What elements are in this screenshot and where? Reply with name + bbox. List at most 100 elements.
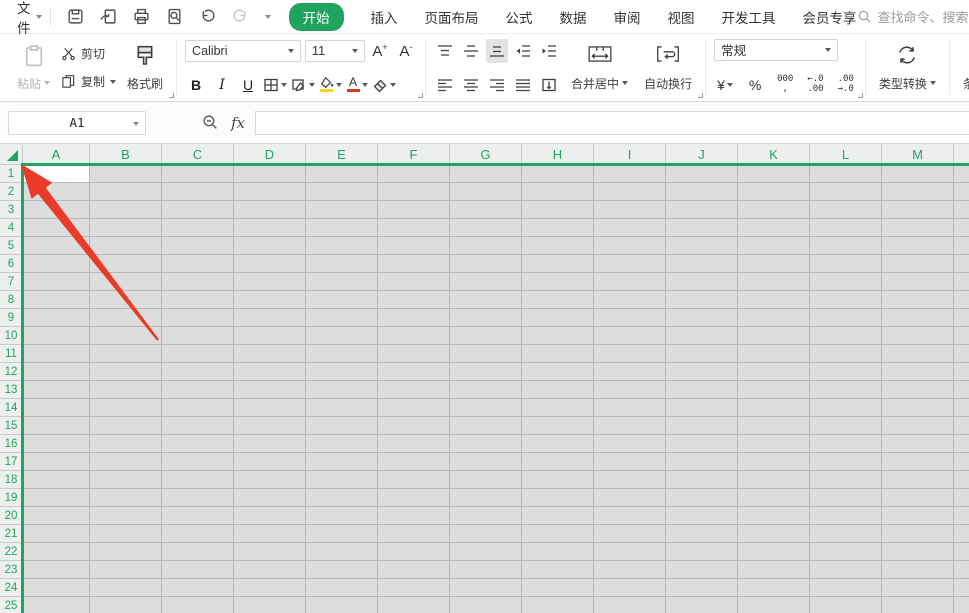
cell-D1[interactable]: [234, 165, 306, 183]
text-orientation-button[interactable]: [538, 73, 560, 97]
row-header-19[interactable]: 19: [0, 489, 23, 507]
cell-M10[interactable]: [882, 327, 954, 345]
cell-I6[interactable]: [594, 255, 666, 273]
cell-B22[interactable]: [90, 543, 162, 561]
cell-K20[interactable]: [738, 507, 810, 525]
cell-A10[interactable]: [23, 327, 90, 345]
cell-C18[interactable]: [162, 471, 234, 489]
cell-K7[interactable]: [738, 273, 810, 291]
cell-B14[interactable]: [90, 399, 162, 417]
cell-K14[interactable]: [738, 399, 810, 417]
cell-J18[interactable]: [666, 471, 738, 489]
cell-B21[interactable]: [90, 525, 162, 543]
cell-I18[interactable]: [594, 471, 666, 489]
cell-C24[interactable]: [162, 579, 234, 597]
cell-F19[interactable]: [378, 489, 450, 507]
zoom-out-button[interactable]: [202, 114, 219, 131]
cell-A7[interactable]: [23, 273, 90, 291]
cell-K6[interactable]: [738, 255, 810, 273]
cell-K3[interactable]: [738, 201, 810, 219]
cell-partial-18[interactable]: [954, 471, 969, 489]
cell-A12[interactable]: [23, 363, 90, 381]
tab-page-layout[interactable]: 页面布局: [425, 7, 479, 27]
column-header-B[interactable]: B: [90, 144, 162, 165]
cell-partial-20[interactable]: [954, 507, 969, 525]
cell-B3[interactable]: [90, 201, 162, 219]
fill-color-button[interactable]: [319, 73, 342, 97]
cell-H5[interactable]: [522, 237, 594, 255]
cell-C11[interactable]: [162, 345, 234, 363]
thousands-separator-button[interactable]: 000,: [774, 75, 796, 94]
cell-J4[interactable]: [666, 219, 738, 237]
borders-button[interactable]: [263, 73, 287, 97]
cell-F24[interactable]: [378, 579, 450, 597]
cell-C19[interactable]: [162, 489, 234, 507]
cell-F18[interactable]: [378, 471, 450, 489]
cell-E19[interactable]: [306, 489, 378, 507]
cell-L10[interactable]: [810, 327, 882, 345]
cell-H11[interactable]: [522, 345, 594, 363]
column-header-C[interactable]: C: [162, 144, 234, 165]
cell-C17[interactable]: [162, 453, 234, 471]
cell-H13[interactable]: [522, 381, 594, 399]
cell-H3[interactable]: [522, 201, 594, 219]
cell-A22[interactable]: [23, 543, 90, 561]
cell-partial-3[interactable]: [954, 201, 969, 219]
cell-M22[interactable]: [882, 543, 954, 561]
cell-H14[interactable]: [522, 399, 594, 417]
cell-H25[interactable]: [522, 597, 594, 613]
cell-partial-10[interactable]: [954, 327, 969, 345]
cell-I8[interactable]: [594, 291, 666, 309]
tab-insert[interactable]: 插入: [371, 7, 398, 27]
cell-H16[interactable]: [522, 435, 594, 453]
cell-H19[interactable]: [522, 489, 594, 507]
cell-I25[interactable]: [594, 597, 666, 613]
cell-J6[interactable]: [666, 255, 738, 273]
italic-button[interactable]: I: [211, 73, 233, 97]
cell-M2[interactable]: [882, 183, 954, 201]
cell-H4[interactable]: [522, 219, 594, 237]
cell-L22[interactable]: [810, 543, 882, 561]
cell-C21[interactable]: [162, 525, 234, 543]
file-menu-button[interactable]: 文件: [17, 0, 42, 37]
cell-L12[interactable]: [810, 363, 882, 381]
cell-D21[interactable]: [234, 525, 306, 543]
cell-B9[interactable]: [90, 309, 162, 327]
cell-L23[interactable]: [810, 561, 882, 579]
cell-D24[interactable]: [234, 579, 306, 597]
cell-J5[interactable]: [666, 237, 738, 255]
cell-M20[interactable]: [882, 507, 954, 525]
cell-partial-21[interactable]: [954, 525, 969, 543]
cell-E13[interactable]: [306, 381, 378, 399]
cell-partial-5[interactable]: [954, 237, 969, 255]
align-right-button[interactable]: [486, 73, 508, 97]
cell-E12[interactable]: [306, 363, 378, 381]
dialog-launcher-icon[interactable]: [169, 93, 174, 98]
cell-E8[interactable]: [306, 291, 378, 309]
cell-F21[interactable]: [378, 525, 450, 543]
justify-button[interactable]: [512, 73, 534, 97]
cell-C23[interactable]: [162, 561, 234, 579]
cell-L18[interactable]: [810, 471, 882, 489]
cell-J10[interactable]: [666, 327, 738, 345]
cell-D11[interactable]: [234, 345, 306, 363]
cell-J7[interactable]: [666, 273, 738, 291]
font-size-select[interactable]: 11: [305, 40, 365, 62]
cell-D10[interactable]: [234, 327, 306, 345]
cell-G8[interactable]: [450, 291, 522, 309]
cell-E10[interactable]: [306, 327, 378, 345]
cell-A4[interactable]: [23, 219, 90, 237]
cell-J24[interactable]: [666, 579, 738, 597]
cell-partial-14[interactable]: [954, 399, 969, 417]
cell-L8[interactable]: [810, 291, 882, 309]
cell-J19[interactable]: [666, 489, 738, 507]
dialog-launcher-icon[interactable]: [698, 93, 703, 98]
cell-D19[interactable]: [234, 489, 306, 507]
cell-L19[interactable]: [810, 489, 882, 507]
cell-A24[interactable]: [23, 579, 90, 597]
cell-I22[interactable]: [594, 543, 666, 561]
cell-F14[interactable]: [378, 399, 450, 417]
cell-J12[interactable]: [666, 363, 738, 381]
undo-button[interactable]: [194, 6, 221, 27]
cell-F17[interactable]: [378, 453, 450, 471]
